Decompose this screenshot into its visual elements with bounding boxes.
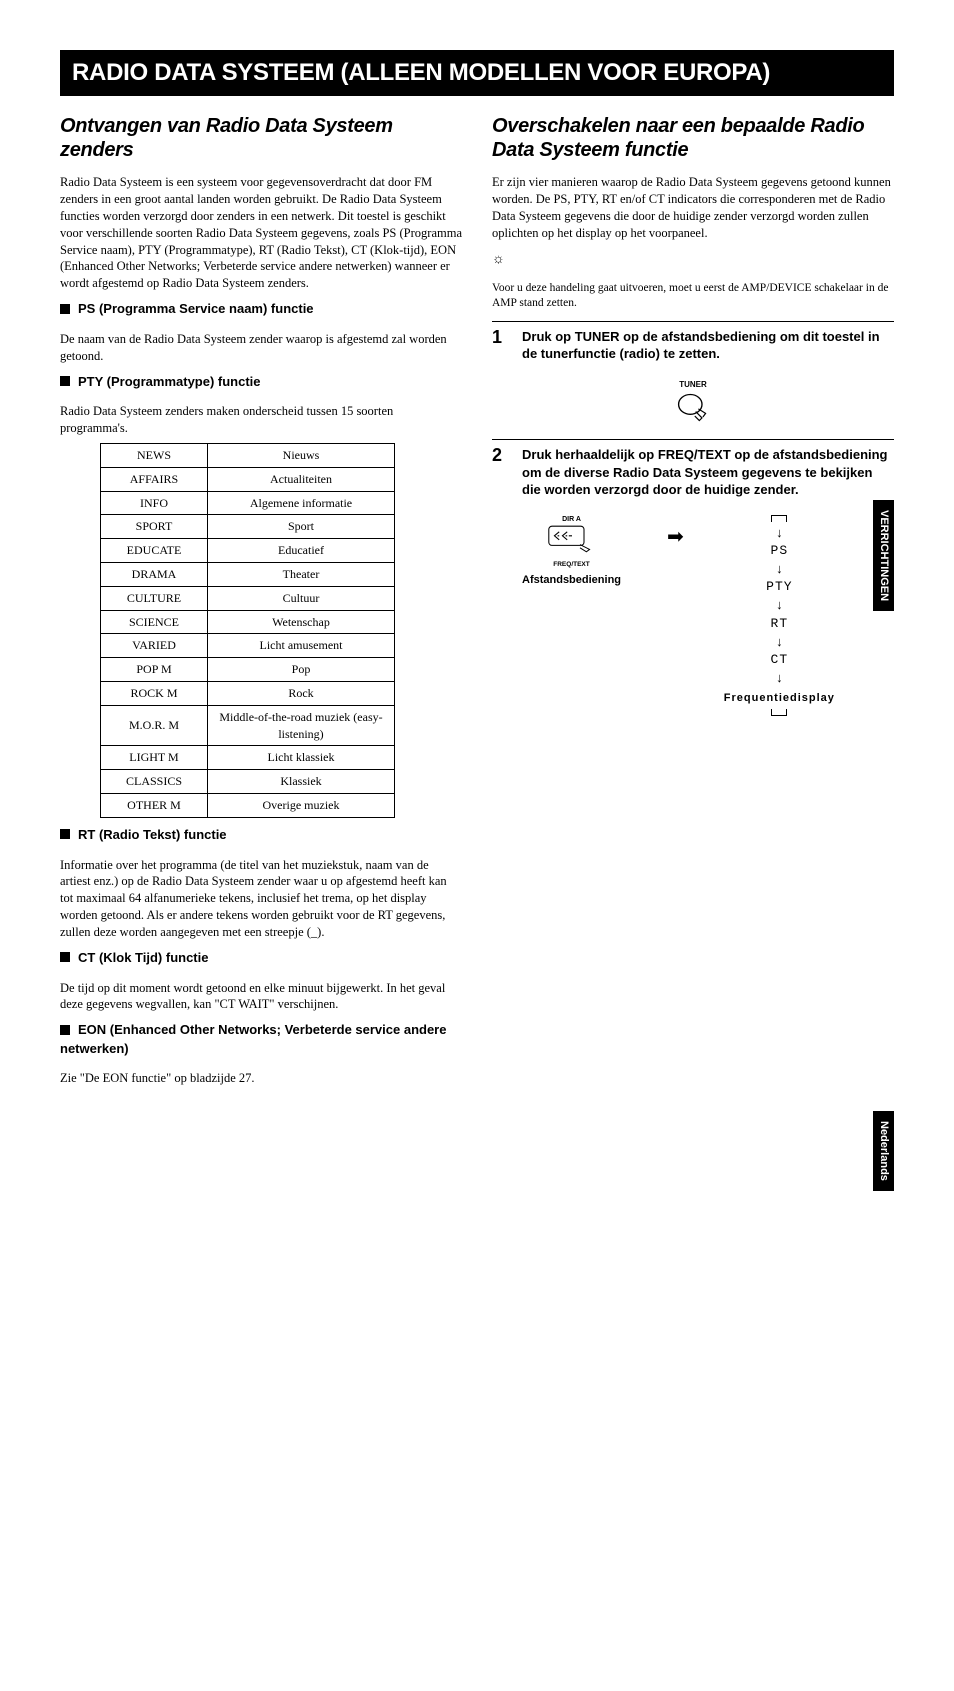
- frequency-display-label: Frequentiedisplay: [724, 691, 835, 706]
- pty-desc: Nieuws: [208, 444, 395, 468]
- step-1: 1 Druk op TUNER op de afstandsbediening …: [492, 328, 894, 363]
- pty-code: INFO: [101, 491, 208, 515]
- pty-desc: Pop: [208, 658, 395, 682]
- ps-heading: PS (Programma Service naam) functie: [60, 300, 462, 318]
- remote-caption: Afstandsbediening: [522, 573, 621, 588]
- ct-body: De tijd op dit moment wordt getoond en e…: [60, 980, 462, 1014]
- square-bullet-icon: [60, 952, 70, 962]
- step-2-text: Druk herhaaldelijk op FREQ/TEXT op de af…: [522, 446, 894, 499]
- page-title-bar: RADIO DATA SYSTEEM (ALLEEN MODELLEN VOOR…: [60, 50, 894, 96]
- pty-desc: Sport: [208, 515, 395, 539]
- step-1-text: Druk op TUNER op de afstandsbediening om…: [522, 328, 894, 363]
- table-row: ROCK MRock: [101, 682, 395, 706]
- eon-heading: EON (Enhanced Other Networks; Verbeterde…: [60, 1021, 462, 1057]
- ps-body: De naam van de Radio Data Systeem zender…: [60, 331, 462, 365]
- pty-code: AFFAIRS: [101, 467, 208, 491]
- square-bullet-icon: [60, 829, 70, 839]
- pty-desc: Licht klassiek: [208, 746, 395, 770]
- remote-button-block: DIR A FREQ/TEXT: [522, 515, 621, 569]
- section-title-left: Ontvangen van Radio Data Systeem zenders: [60, 114, 462, 162]
- pty-body: Radio Data Systeem zenders maken ondersc…: [60, 403, 462, 437]
- pty-heading: PTY (Programmatype) functie: [60, 373, 462, 391]
- pty-desc: Wetenschap: [208, 610, 395, 634]
- step-2: 2 Druk herhaaldelijk op FREQ/TEXT op de …: [492, 446, 894, 499]
- pty-code: NEWS: [101, 444, 208, 468]
- table-row: INFOAlgemene informatie: [101, 491, 395, 515]
- pty-code: SCIENCE: [101, 610, 208, 634]
- divider: [492, 439, 894, 440]
- freq-text-figure: DIR A FREQ/TEXT Afstandsbediening ➡ ↓ PS…: [522, 515, 894, 716]
- intro-left: Radio Data Systeem is een systeem voor g…: [60, 174, 462, 292]
- table-row: SPORTSport: [101, 515, 395, 539]
- pty-code: LIGHT M: [101, 746, 208, 770]
- pty-desc: Middle-of-the-road muziek (easy-listenin…: [208, 705, 395, 746]
- page-number: 25: [60, 1123, 894, 1148]
- rt-body: Informatie over het programma (de titel …: [60, 857, 462, 941]
- hint-icon: ☼: [492, 250, 894, 270]
- pty-code: CLASSICS: [101, 770, 208, 794]
- table-row: SCIENCEWetenschap: [101, 610, 395, 634]
- dir-a-label: DIR A: [522, 515, 621, 525]
- table-row: OTHER MOverige muziek: [101, 794, 395, 818]
- square-bullet-icon: [60, 376, 70, 386]
- table-row: AFFAIRSActualiteiten: [101, 467, 395, 491]
- pty-desc: Theater: [208, 563, 395, 587]
- tab-verrichtingen: VERRICHTINGEN: [873, 500, 894, 611]
- pty-desc: Rock: [208, 682, 395, 706]
- table-row: LIGHT MLicht klassiek: [101, 746, 395, 770]
- pty-table: NEWSNieuwsAFFAIRSActualiteitenINFOAlgeme…: [100, 443, 395, 818]
- left-column: Ontvangen van Radio Data Systeem zenders…: [60, 114, 462, 1094]
- tuner-button-icon: [675, 392, 711, 424]
- tab-nederlands: Nederlands: [873, 1111, 894, 1191]
- table-row: CULTURECultuur: [101, 586, 395, 610]
- pty-desc: Overige muziek: [208, 794, 395, 818]
- pty-desc: Klassiek: [208, 770, 395, 794]
- pty-code: SPORT: [101, 515, 208, 539]
- rt-heading: RT (Radio Tekst) functie: [60, 826, 462, 844]
- freq-text-button-icon: [548, 525, 596, 553]
- pty-code: EDUCATE: [101, 539, 208, 563]
- freq-text-label: FREQ/TEXT: [522, 560, 621, 569]
- pty-desc: Actualiteiten: [208, 467, 395, 491]
- tuner-button-figure: TUNER: [492, 379, 894, 429]
- table-row: POP MPop: [101, 658, 395, 682]
- ct-heading: CT (Klok Tijd) functie: [60, 949, 462, 967]
- eon-body: Zie "De EON functie" op bladzijde 27.: [60, 1070, 462, 1087]
- pty-desc: Cultuur: [208, 586, 395, 610]
- pty-desc: Educatief: [208, 539, 395, 563]
- step-1-number: 1: [492, 328, 510, 363]
- table-row: CLASSICSKlassiek: [101, 770, 395, 794]
- hint-text: Voor u deze handeling gaat uitvoeren, mo…: [492, 281, 894, 311]
- table-row: EDUCATEEducatief: [101, 539, 395, 563]
- pty-code: OTHER M: [101, 794, 208, 818]
- intro-right: Er zijn vier manieren waarop de Radio Da…: [492, 174, 894, 242]
- arrow-right-icon: ➡: [667, 523, 684, 551]
- section-title-right: Overschakelen naar een bepaalde Radio Da…: [492, 114, 894, 162]
- divider: [492, 321, 894, 322]
- pty-desc: Licht amusement: [208, 634, 395, 658]
- right-column: Overschakelen naar een bepaalde Radio Da…: [492, 114, 894, 1094]
- pty-code: M.O.R. M: [101, 705, 208, 746]
- pty-code: DRAMA: [101, 563, 208, 587]
- square-bullet-icon: [60, 1025, 70, 1035]
- pty-desc: Algemene informatie: [208, 491, 395, 515]
- table-row: NEWSNieuws: [101, 444, 395, 468]
- table-row: VARIEDLicht amusement: [101, 634, 395, 658]
- display-sequence: ↓ PS ↓ PTY ↓ RT ↓ CT ↓ Frequentiedisplay: [724, 515, 835, 716]
- step-2-number: 2: [492, 446, 510, 499]
- table-row: M.O.R. MMiddle-of-the-road muziek (easy-…: [101, 705, 395, 746]
- pty-code: CULTURE: [101, 586, 208, 610]
- table-row: DRAMATheater: [101, 563, 395, 587]
- side-tabs: VERRICHTINGEN Nederlands: [873, 500, 894, 1691]
- pty-code: VARIED: [101, 634, 208, 658]
- pty-code: ROCK M: [101, 682, 208, 706]
- tuner-label: TUNER: [492, 379, 894, 390]
- pty-code: POP M: [101, 658, 208, 682]
- square-bullet-icon: [60, 304, 70, 314]
